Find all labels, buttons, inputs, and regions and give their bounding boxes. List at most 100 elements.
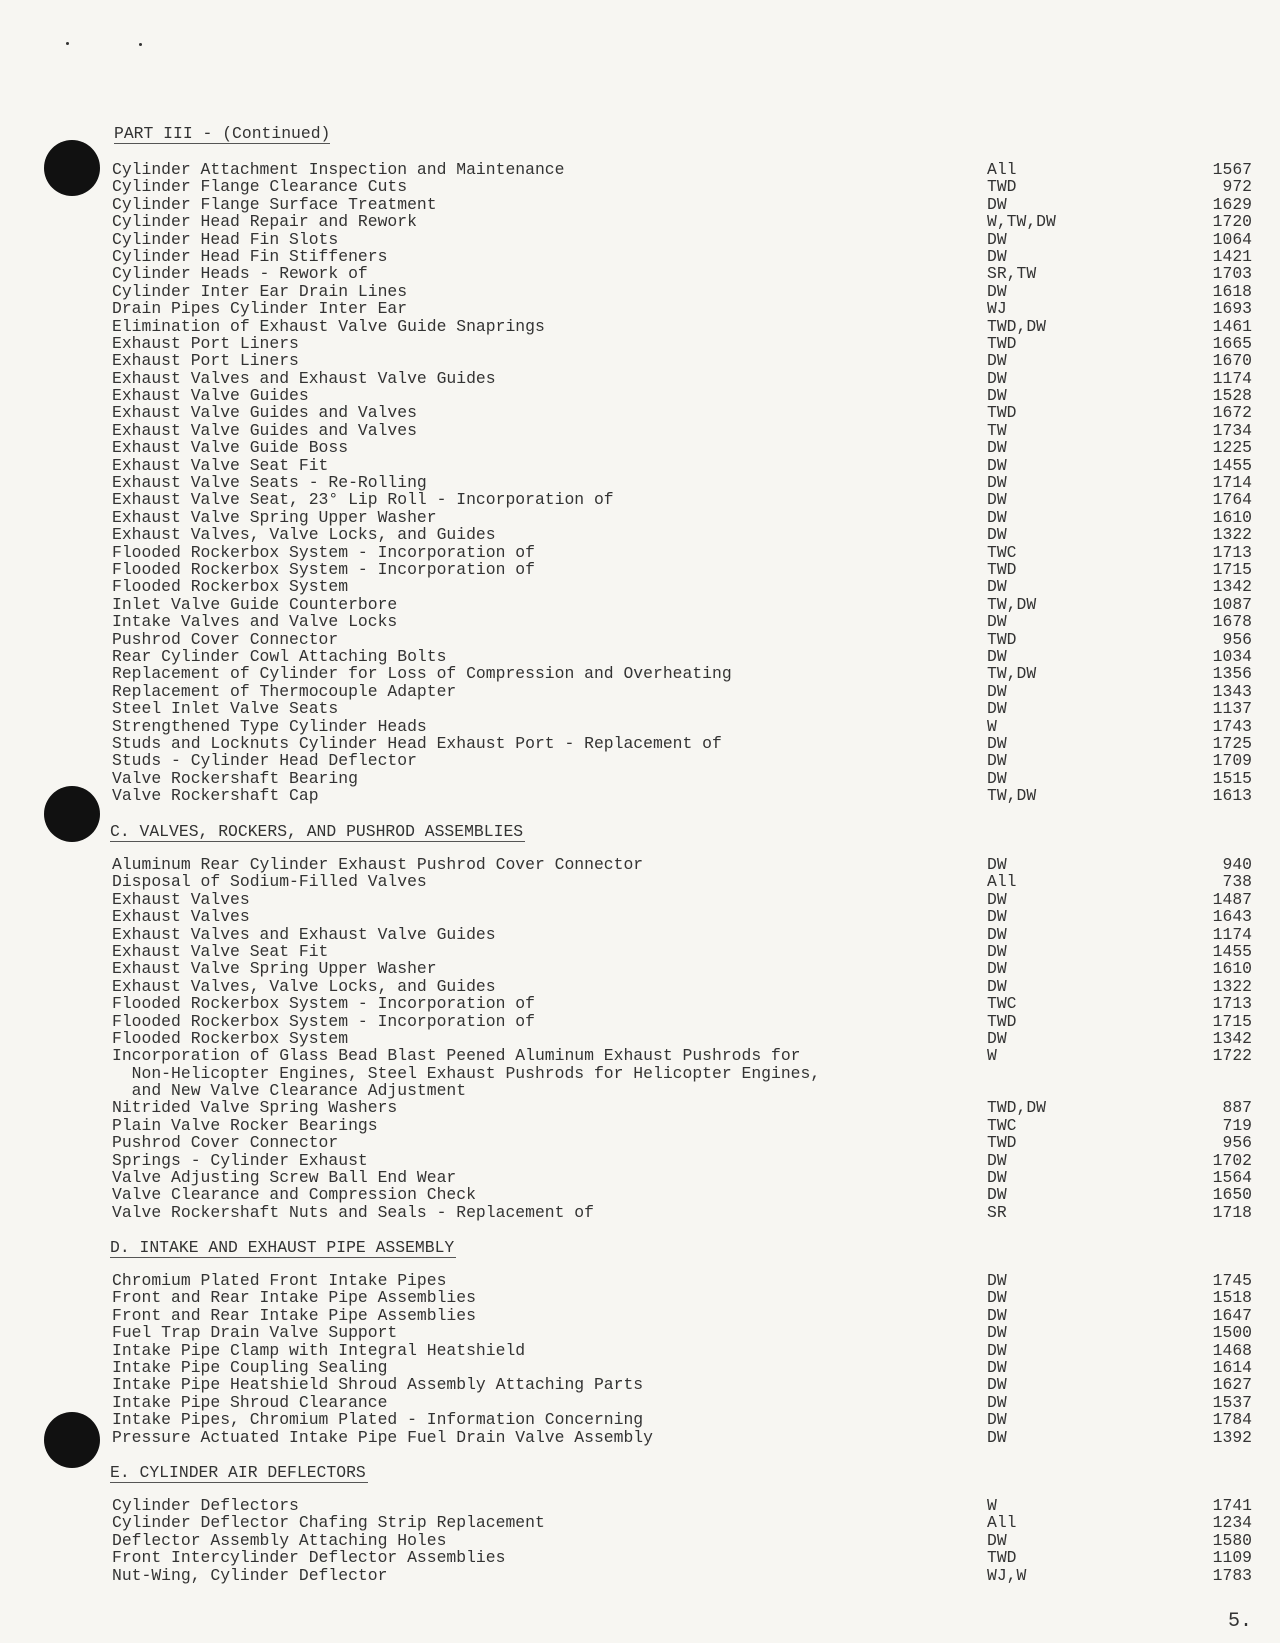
entry-title-line: Exhaust Valves, Valve Locks, and Guides — [112, 976, 496, 996]
entry-title: Exhaust Valves, Valve Locks, and Guides — [112, 526, 496, 544]
bulletin-number: 1647 — [1212, 1305, 1252, 1325]
entry-title-line: Flooded Rockerbox System - Incorporation… — [112, 559, 535, 579]
entry-title: Front and Rear Intake Pipe Assemblies — [112, 1288, 476, 1308]
entry-title: Exhaust Valve Seat Fit — [112, 943, 328, 961]
entry-title-line: Front and Rear Intake Pipe Assemblies — [112, 1305, 476, 1325]
index-row: Disposal of Sodium-Filled Valves All 738 — [0, 873, 1280, 891]
bulletin-number: 956 — [1222, 629, 1252, 649]
entry-title: Cylinder Deflector Chafing Strip Replace… — [112, 1514, 545, 1532]
bulletin-number: 1734 — [1212, 420, 1252, 440]
entry-title: Intake Pipe Shroud Clearance — [112, 1393, 387, 1411]
index-row: Intake Pipe Clamp with Integral Heatshie… — [0, 1341, 1280, 1359]
engine-model-code: DW — [987, 959, 1007, 979]
entry-title-line: Nitrided Valve Spring Washers — [112, 1098, 398, 1118]
index-row: Intake Pipe Heatshield Shroud Assembly A… — [0, 1375, 1280, 1395]
engine-model-code: DW — [987, 1305, 1007, 1325]
entry-title: Studs - Cylinder Head Deflector — [112, 752, 417, 770]
bulletin-number: 1174 — [1212, 924, 1252, 944]
engine-model-code: DW — [987, 681, 1007, 701]
entry-title: Intake Pipe Clamp with Integral Heatshie… — [112, 1341, 525, 1359]
bulletin-number: 1528 — [1212, 386, 1252, 406]
page-number: 5. — [1228, 1610, 1253, 1633]
bulletin-number: 1610 — [1212, 507, 1252, 527]
bulletin-number: 1518 — [1212, 1288, 1252, 1308]
entry-title: Cylinder Head Repair and Rework — [112, 213, 417, 231]
bulletin-number: 1670 — [1212, 351, 1252, 371]
engine-model-code: DW — [987, 1028, 1007, 1048]
index-row: Flooded Rockerbox System - Incorporation… — [0, 559, 1280, 579]
bulletin-number: 1610 — [1212, 959, 1252, 979]
index-row: Front Intercylinder Deflector Assemblies… — [0, 1548, 1280, 1568]
entry-title-line: Valve Adjusting Screw Ball End Wear — [112, 1168, 457, 1188]
entry-title: Springs - Cylinder Exhaust — [112, 1151, 368, 1169]
entry-title-line: Front and Rear Intake Pipe Assemblies — [112, 1288, 476, 1308]
index-row: Exhaust Valve Seat, 23° Lip Roll - Incor… — [0, 491, 1280, 509]
entry-title: Exhaust Valve Guides and Valves — [112, 421, 417, 439]
index-row: Cylinder Head Fin Slots DW 1064 — [0, 230, 1280, 248]
entry-title-line: Exhaust Port Liners — [112, 351, 299, 371]
engine-model-code: DW — [987, 351, 1007, 371]
bulletin-number: 1455 — [1212, 941, 1252, 961]
index-row: Exhaust Valve Guides and Valves TWD 1672 — [0, 404, 1280, 422]
index-row: Strengthened Type Cylinder Heads W 1743 — [0, 716, 1280, 736]
index-row: Replacement of Thermocouple Adapter DW 134… — [0, 681, 1280, 701]
index-row: Deflector Assembly Attaching Holes DW 1580 — [0, 1531, 1280, 1549]
entry-title: Flooded Rockerbox System — [112, 578, 348, 596]
entry-title: Exhaust Valves and Exhaust Valve Guides — [112, 925, 496, 943]
engine-model-code: TWD — [987, 177, 1017, 197]
entry-title-line: Exhaust Valve Spring Upper Washer — [112, 507, 437, 527]
index-row: Rear Cylinder Cowl Attaching Bolts DW 1034 — [0, 646, 1280, 666]
index-row: Exhaust Valve Guide Boss DW 1225 — [0, 439, 1280, 457]
index-row: Exhaust Valve Guides and Valves TW 1734 — [0, 420, 1280, 440]
entry-title-line: Replacement of Cylinder for Loss of Comp… — [112, 664, 732, 684]
entry-title-line: Inlet Valve Guide Counterbore — [112, 594, 398, 614]
index-row: Replacement of Cylinder for Loss of Comp… — [0, 664, 1280, 684]
bulletin-number: 1703 — [1212, 264, 1252, 284]
index-row: Exhaust Port Liners DW 1670 — [0, 351, 1280, 371]
engine-model-code: W — [987, 1496, 997, 1515]
index-row: Incorporation of Glass Bead Blast Peened… — [0, 1047, 1280, 1100]
bulletin-number: 956 — [1222, 1133, 1252, 1153]
entry-title: Flooded Rockerbox System - Incorporation… — [112, 559, 535, 579]
bulletin-number: 1714 — [1212, 473, 1252, 493]
engine-model-code: DW — [987, 1168, 1007, 1188]
engine-model-code: DW — [987, 1150, 1007, 1170]
entry-title-line: Pressure Actuated Intake Pipe Fuel Drain… — [112, 1427, 653, 1447]
section-heading: C. VALVES, ROCKERS, AND PUSHROD ASSEMBLI… — [110, 822, 526, 842]
engine-model-code: DW — [987, 646, 1007, 666]
entry-title-line: Front Intercylinder Deflector Assemblies — [112, 1548, 506, 1568]
index-row: Flooded Rockerbox System - Incorporation… — [0, 1012, 1280, 1030]
bulletin-number: 1678 — [1212, 612, 1252, 632]
engine-model-code: TWD — [987, 559, 1017, 579]
entry-title-line: Valve Rockershaft Cap — [112, 786, 319, 806]
part-header: PART III - (Continued) — [114, 124, 331, 144]
bulletin-number: 1455 — [1212, 455, 1252, 475]
entry-title-line: Intake Pipes, Chromium Plated - Informat… — [112, 1410, 644, 1430]
index-row: Drain Pipes Cylinder Inter Ear WJ 1693 — [0, 300, 1280, 318]
index-row: Valve Rockershaft Cap TW,DW 1613 — [0, 786, 1280, 806]
entry-title: Exhaust Valve Guides and Valves — [112, 404, 417, 422]
entry-title-line: Cylinder Attachment Inspection and Maint… — [112, 160, 565, 179]
index-row: Exhaust Valve Seat Fit DW 1455 — [0, 455, 1280, 475]
engine-model-code: DW — [987, 976, 1007, 996]
bulletin-number: 1629 — [1212, 194, 1252, 214]
entry-title-line: Rear Cylinder Cowl Attaching Bolts — [112, 646, 447, 666]
entry-title: Exhaust Port Liners — [112, 351, 299, 371]
entry-title-line: Pushrod Cover Connector — [112, 1133, 339, 1153]
engine-model-code: TW,DW — [987, 594, 1037, 614]
bulletin-number: 1725 — [1212, 733, 1252, 753]
bulletin-number: 940 — [1222, 855, 1252, 874]
entry-title-line: Intake Valves and Valve Locks — [112, 612, 398, 632]
entry-title: Exhaust Valves — [112, 890, 250, 908]
entry-title: Exhaust Valve Spring Upper Washer — [112, 507, 437, 527]
entry-title-line: Flooded Rockerbox System - Incorporation… — [112, 542, 535, 562]
engine-model-code: DW — [987, 733, 1007, 753]
engine-model-code: W — [987, 716, 997, 736]
engine-model-code: DW — [987, 612, 1007, 632]
bulletin-number: 1343 — [1212, 681, 1252, 701]
index-row: Exhaust Valve Guides DW 1528 — [0, 386, 1280, 406]
bulletin-number: 1109 — [1212, 1548, 1252, 1568]
entry-title: Intake Valves and Valve Locks — [112, 612, 398, 632]
bulletin-number: 1627 — [1212, 1375, 1252, 1395]
index-row: Flooded Rockerbox System DW 1342 — [0, 578, 1280, 596]
